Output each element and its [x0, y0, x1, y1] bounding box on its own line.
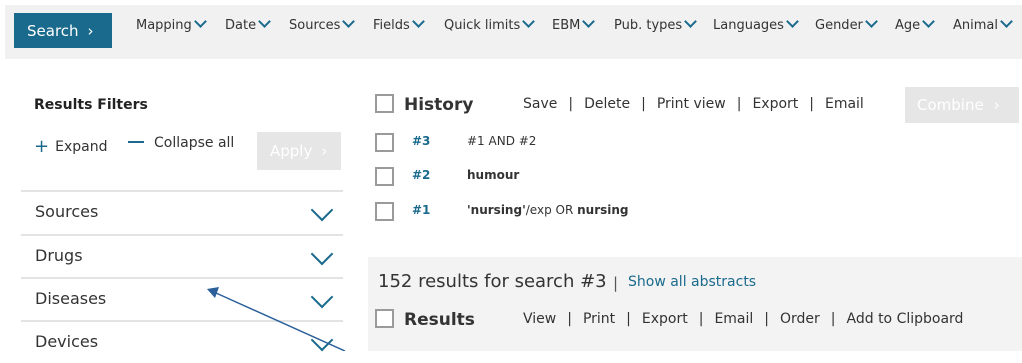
annotation-arrow-line — [215, 292, 346, 351]
annotation-arrow — [207, 287, 346, 351]
annotation-arrow-head — [207, 287, 219, 298]
